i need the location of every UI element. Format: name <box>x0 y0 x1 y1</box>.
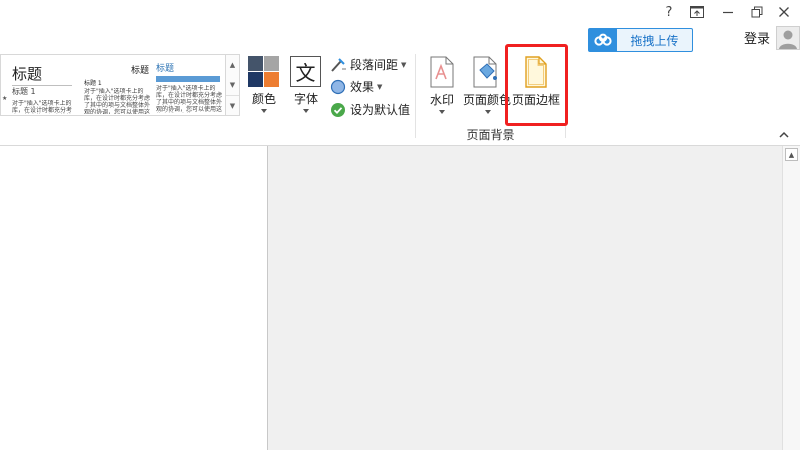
ribbon-separator <box>565 54 566 138</box>
paragraph-spacing-label: 段落间距 <box>350 58 399 72</box>
collapse-ribbon-icon[interactable] <box>779 130 789 141</box>
theme-fonts-caret-icon <box>303 109 309 113</box>
fonts-icon: 文 <box>290 56 321 87</box>
avatar[interactable] <box>776 26 800 50</box>
set-as-default-button[interactable]: 设为默认值 <box>330 101 410 118</box>
gallery-more-icon[interactable]: ▼ <box>226 95 239 115</box>
theme-colors-caret-icon <box>261 109 267 113</box>
vertical-scrollbar[interactable]: ▲ <box>782 146 800 450</box>
pin-icon <box>690 6 704 18</box>
gallery-style-1[interactable]: 标题 标题 1 对于"插入"选项卡上的库，在设计时都充分考虑了其中的项与文档整体… <box>9 55 75 115</box>
set-as-default-label: 设为默认值 <box>350 103 411 117</box>
help-icon: ? <box>665 4 673 20</box>
watermark-button[interactable]: 水印 <box>424 54 460 116</box>
page-border-button[interactable]: 页面边框 <box>510 54 564 116</box>
page-color-label: 页面颜色 <box>463 93 512 107</box>
page-border-label: 页面边框 <box>512 93 561 107</box>
user-icon <box>779 30 797 49</box>
effects-caret-icon: ▼ <box>377 82 383 91</box>
effects-icon <box>330 79 346 95</box>
scroll-up-icon[interactable]: ▲ <box>785 148 798 161</box>
ribbon-display-button[interactable] <box>685 2 709 22</box>
document-background <box>269 146 782 450</box>
page-color-icon <box>473 56 497 88</box>
page-background-group-label: 页面背景 <box>466 128 515 142</box>
login-link[interactable]: 登录 <box>744 28 770 47</box>
swatch-4 <box>264 72 279 87</box>
restore-icon <box>751 6 763 18</box>
cloud-icon <box>589 29 617 51</box>
drag-upload-label: 拖拽上传 <box>630 33 679 48</box>
swatch-1 <box>248 56 263 71</box>
drag-upload-button[interactable]: 拖拽上传 <box>588 28 693 52</box>
minimize-icon <box>723 11 733 14</box>
checkmark-icon <box>330 102 346 118</box>
gallery-style-3-text: 对于"插入"选项卡上的库，在设计时都充分考虑了其中的项与文档整体外观的协调，您可… <box>156 85 222 113</box>
theme-colors-label: 颜色 <box>252 92 277 106</box>
swatch-2 <box>264 56 279 71</box>
color-swatch-icon <box>248 56 279 87</box>
gallery-left-marker: ★ <box>2 95 8 102</box>
page-color-caret-icon <box>485 110 491 114</box>
style-gallery[interactable]: ★ 标题 标题 1 对于"插入"选项卡上的库，在设计时都充分考虑了其中的项与文档… <box>0 54 226 116</box>
gallery-up-icon[interactable]: ▲ <box>226 55 239 75</box>
paragraph-spacing-icon <box>330 57 346 73</box>
restore-button[interactable] <box>745 2 769 22</box>
page-color-button[interactable]: 页面颜色 <box>462 54 512 116</box>
theme-fonts-button[interactable]: 文 字体 <box>288 54 326 114</box>
gallery-style-1-subtitle: 标题 1 <box>12 87 36 96</box>
paragraph-spacing-button[interactable]: 段落间距 ▼ <box>330 56 406 73</box>
swatch-3 <box>248 72 263 87</box>
close-icon <box>779 7 789 17</box>
gallery-style-3[interactable]: 标题 对于"插入"选项卡上的库，在设计时都充分考虑了其中的项与文档整体外观的协调… <box>155 55 225 115</box>
page-border-icon <box>525 56 547 88</box>
gallery-down-icon[interactable]: ▼ <box>226 75 239 95</box>
gallery-style-2-title: 标题 <box>131 66 150 76</box>
watermark-label: 水印 <box>430 93 455 107</box>
help-button[interactable]: ? <box>657 2 681 22</box>
gallery-style-2-text: 对于"插入"选项卡上的库，在设计时都充分考虑了其中的项与文档整体外观的协调，您可… <box>84 88 150 114</box>
gallery-style-1-title: 标题 <box>12 65 43 83</box>
watermark-caret-icon <box>439 110 445 114</box>
close-button[interactable] <box>772 2 796 22</box>
gallery-style-2[interactable]: 标题 标题 1 对于"插入"选项卡上的库，在设计时都充分考虑了其中的项与文档整体… <box>81 55 151 115</box>
theme-colors-button[interactable]: 颜色 <box>244 54 284 114</box>
paragraph-spacing-caret-icon: ▼ <box>401 60 407 69</box>
gallery-style-3-title: 标题 <box>156 64 175 74</box>
gallery-style-1-text: 对于"插入"选项卡上的库，在设计时都充分考虑了其中的项与文档整体外观的协调 <box>12 100 73 114</box>
effects-button[interactable]: 效果 ▼ <box>330 78 382 95</box>
minimize-button[interactable] <box>716 2 740 22</box>
gallery-scrollbar[interactable]: ▲ ▼ ▼ <box>226 54 240 116</box>
ribbon-separator <box>415 54 416 138</box>
watermark-icon <box>430 56 454 88</box>
gallery-style-2-subtitle: 标题 1 <box>84 80 102 87</box>
effects-label: 效果 <box>350 80 375 94</box>
theme-fonts-label: 字体 <box>294 92 319 106</box>
document-page[interactable] <box>0 146 268 450</box>
